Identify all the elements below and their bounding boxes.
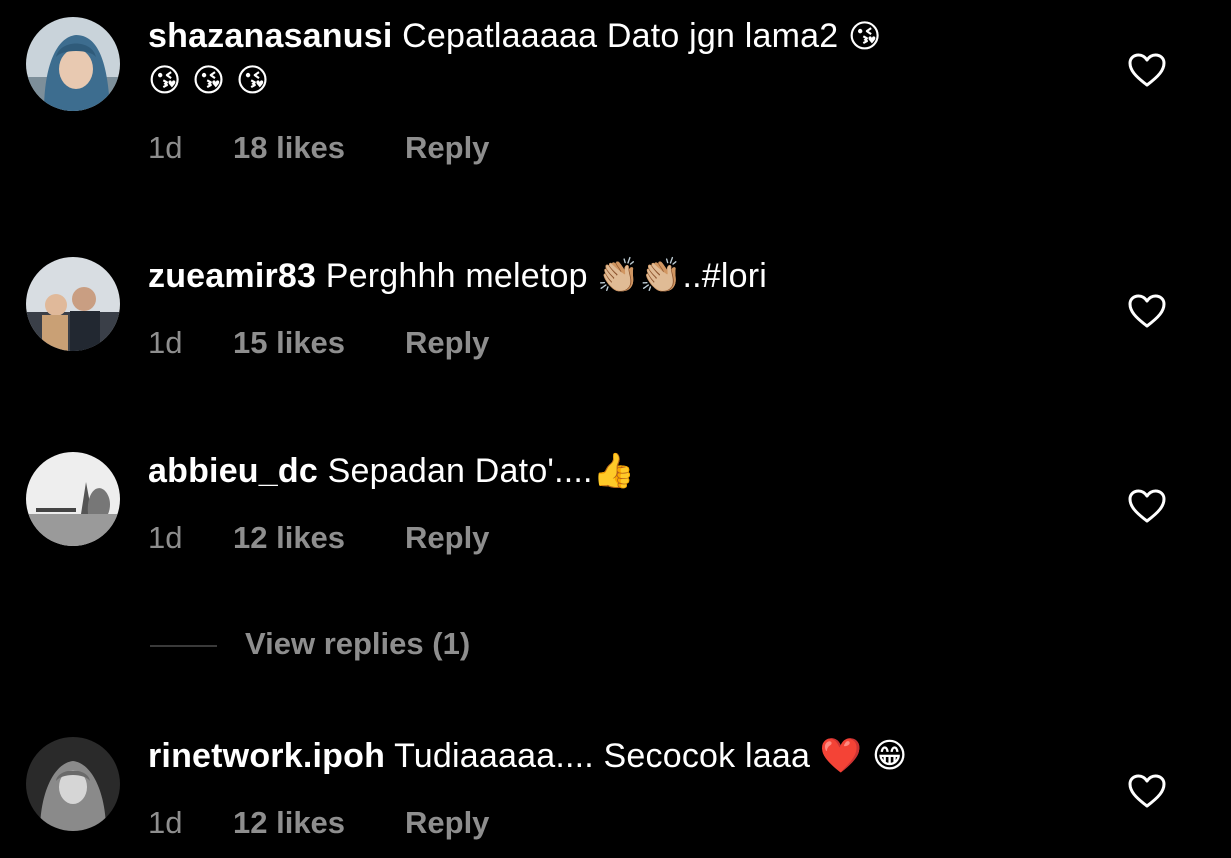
comment-item: rinetwork.ipoh Tudiaaaaa.... Secocok laa…: [0, 0, 1231, 858]
heart-outline-icon[interactable]: [1127, 773, 1167, 809]
avatar[interactable]: [26, 737, 120, 831]
comment-username[interactable]: rinetwork.ipoh: [148, 737, 385, 775]
comment-likes[interactable]: 12 likes: [233, 805, 345, 841]
comment-body: Tudiaaaaa.... Secocok laaa ❤️ 😁: [394, 737, 908, 775]
comment-text: rinetwork.ipoh Tudiaaaaa.... Secocok laa…: [148, 734, 1048, 778]
comment-time: 1d: [148, 805, 183, 840]
reply-button[interactable]: Reply: [405, 805, 489, 841]
